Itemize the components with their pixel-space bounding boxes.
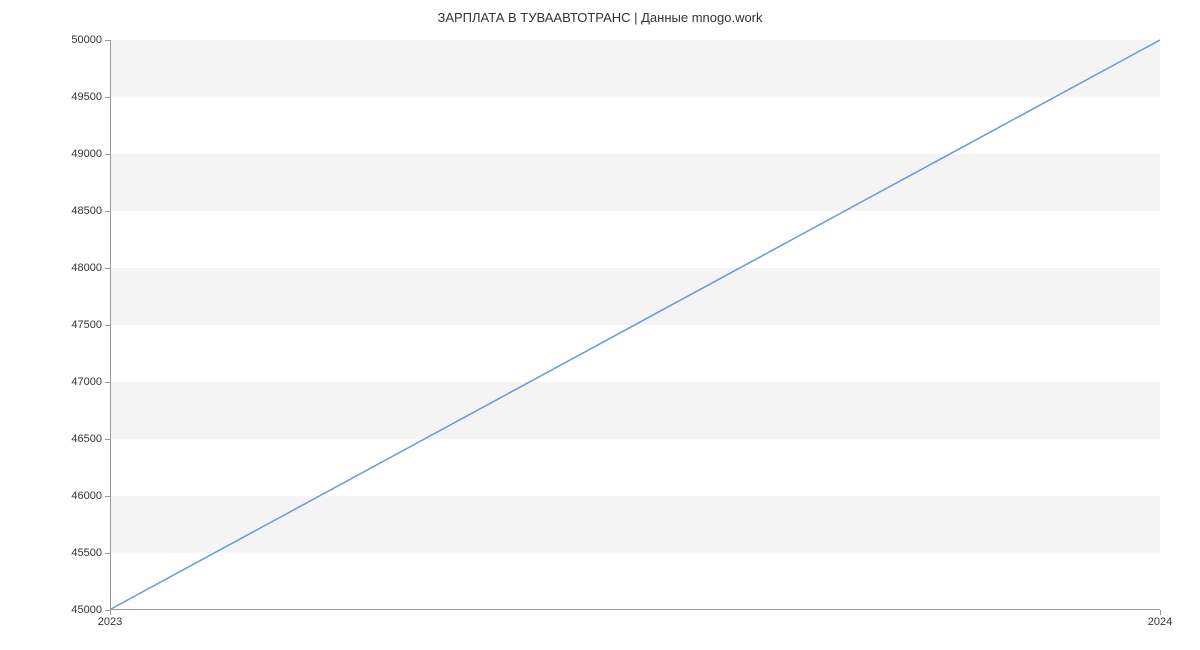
y-tick-label: 49000 <box>52 148 102 160</box>
y-tick-label: 45500 <box>52 547 102 559</box>
y-tick-mark <box>105 211 110 212</box>
y-tick-mark <box>105 154 110 155</box>
y-tick-label: 47500 <box>52 319 102 331</box>
y-tick-label: 46500 <box>52 433 102 445</box>
y-tick-mark <box>105 439 110 440</box>
y-tick-label: 45000 <box>52 604 102 616</box>
y-tick-mark <box>105 268 110 269</box>
data-line <box>111 40 1160 609</box>
chart-title: ЗАРПЛАТА В ТУВААВТОТРАНС | Данные mnogo.… <box>0 10 1200 25</box>
y-tick-label: 49500 <box>52 91 102 103</box>
y-tick-label: 50000 <box>52 34 102 46</box>
x-tick-label: 2024 <box>1148 616 1172 628</box>
y-tick-mark <box>105 496 110 497</box>
y-tick-label: 47000 <box>52 376 102 388</box>
y-tick-mark <box>105 553 110 554</box>
x-tick-mark <box>110 610 111 615</box>
chart-container: ЗАРПЛАТА В ТУВААВТОТРАНС | Данные mnogo.… <box>0 0 1200 650</box>
y-tick-label: 48000 <box>52 262 102 274</box>
y-tick-mark <box>105 382 110 383</box>
y-tick-label: 48500 <box>52 205 102 217</box>
y-tick-mark <box>105 97 110 98</box>
y-tick-mark <box>105 40 110 41</box>
x-tick-label: 2023 <box>98 616 122 628</box>
y-tick-label: 46000 <box>52 490 102 502</box>
line-svg <box>111 40 1160 609</box>
x-tick-mark <box>1160 610 1161 615</box>
plot-area <box>110 40 1160 610</box>
y-tick-mark <box>105 325 110 326</box>
